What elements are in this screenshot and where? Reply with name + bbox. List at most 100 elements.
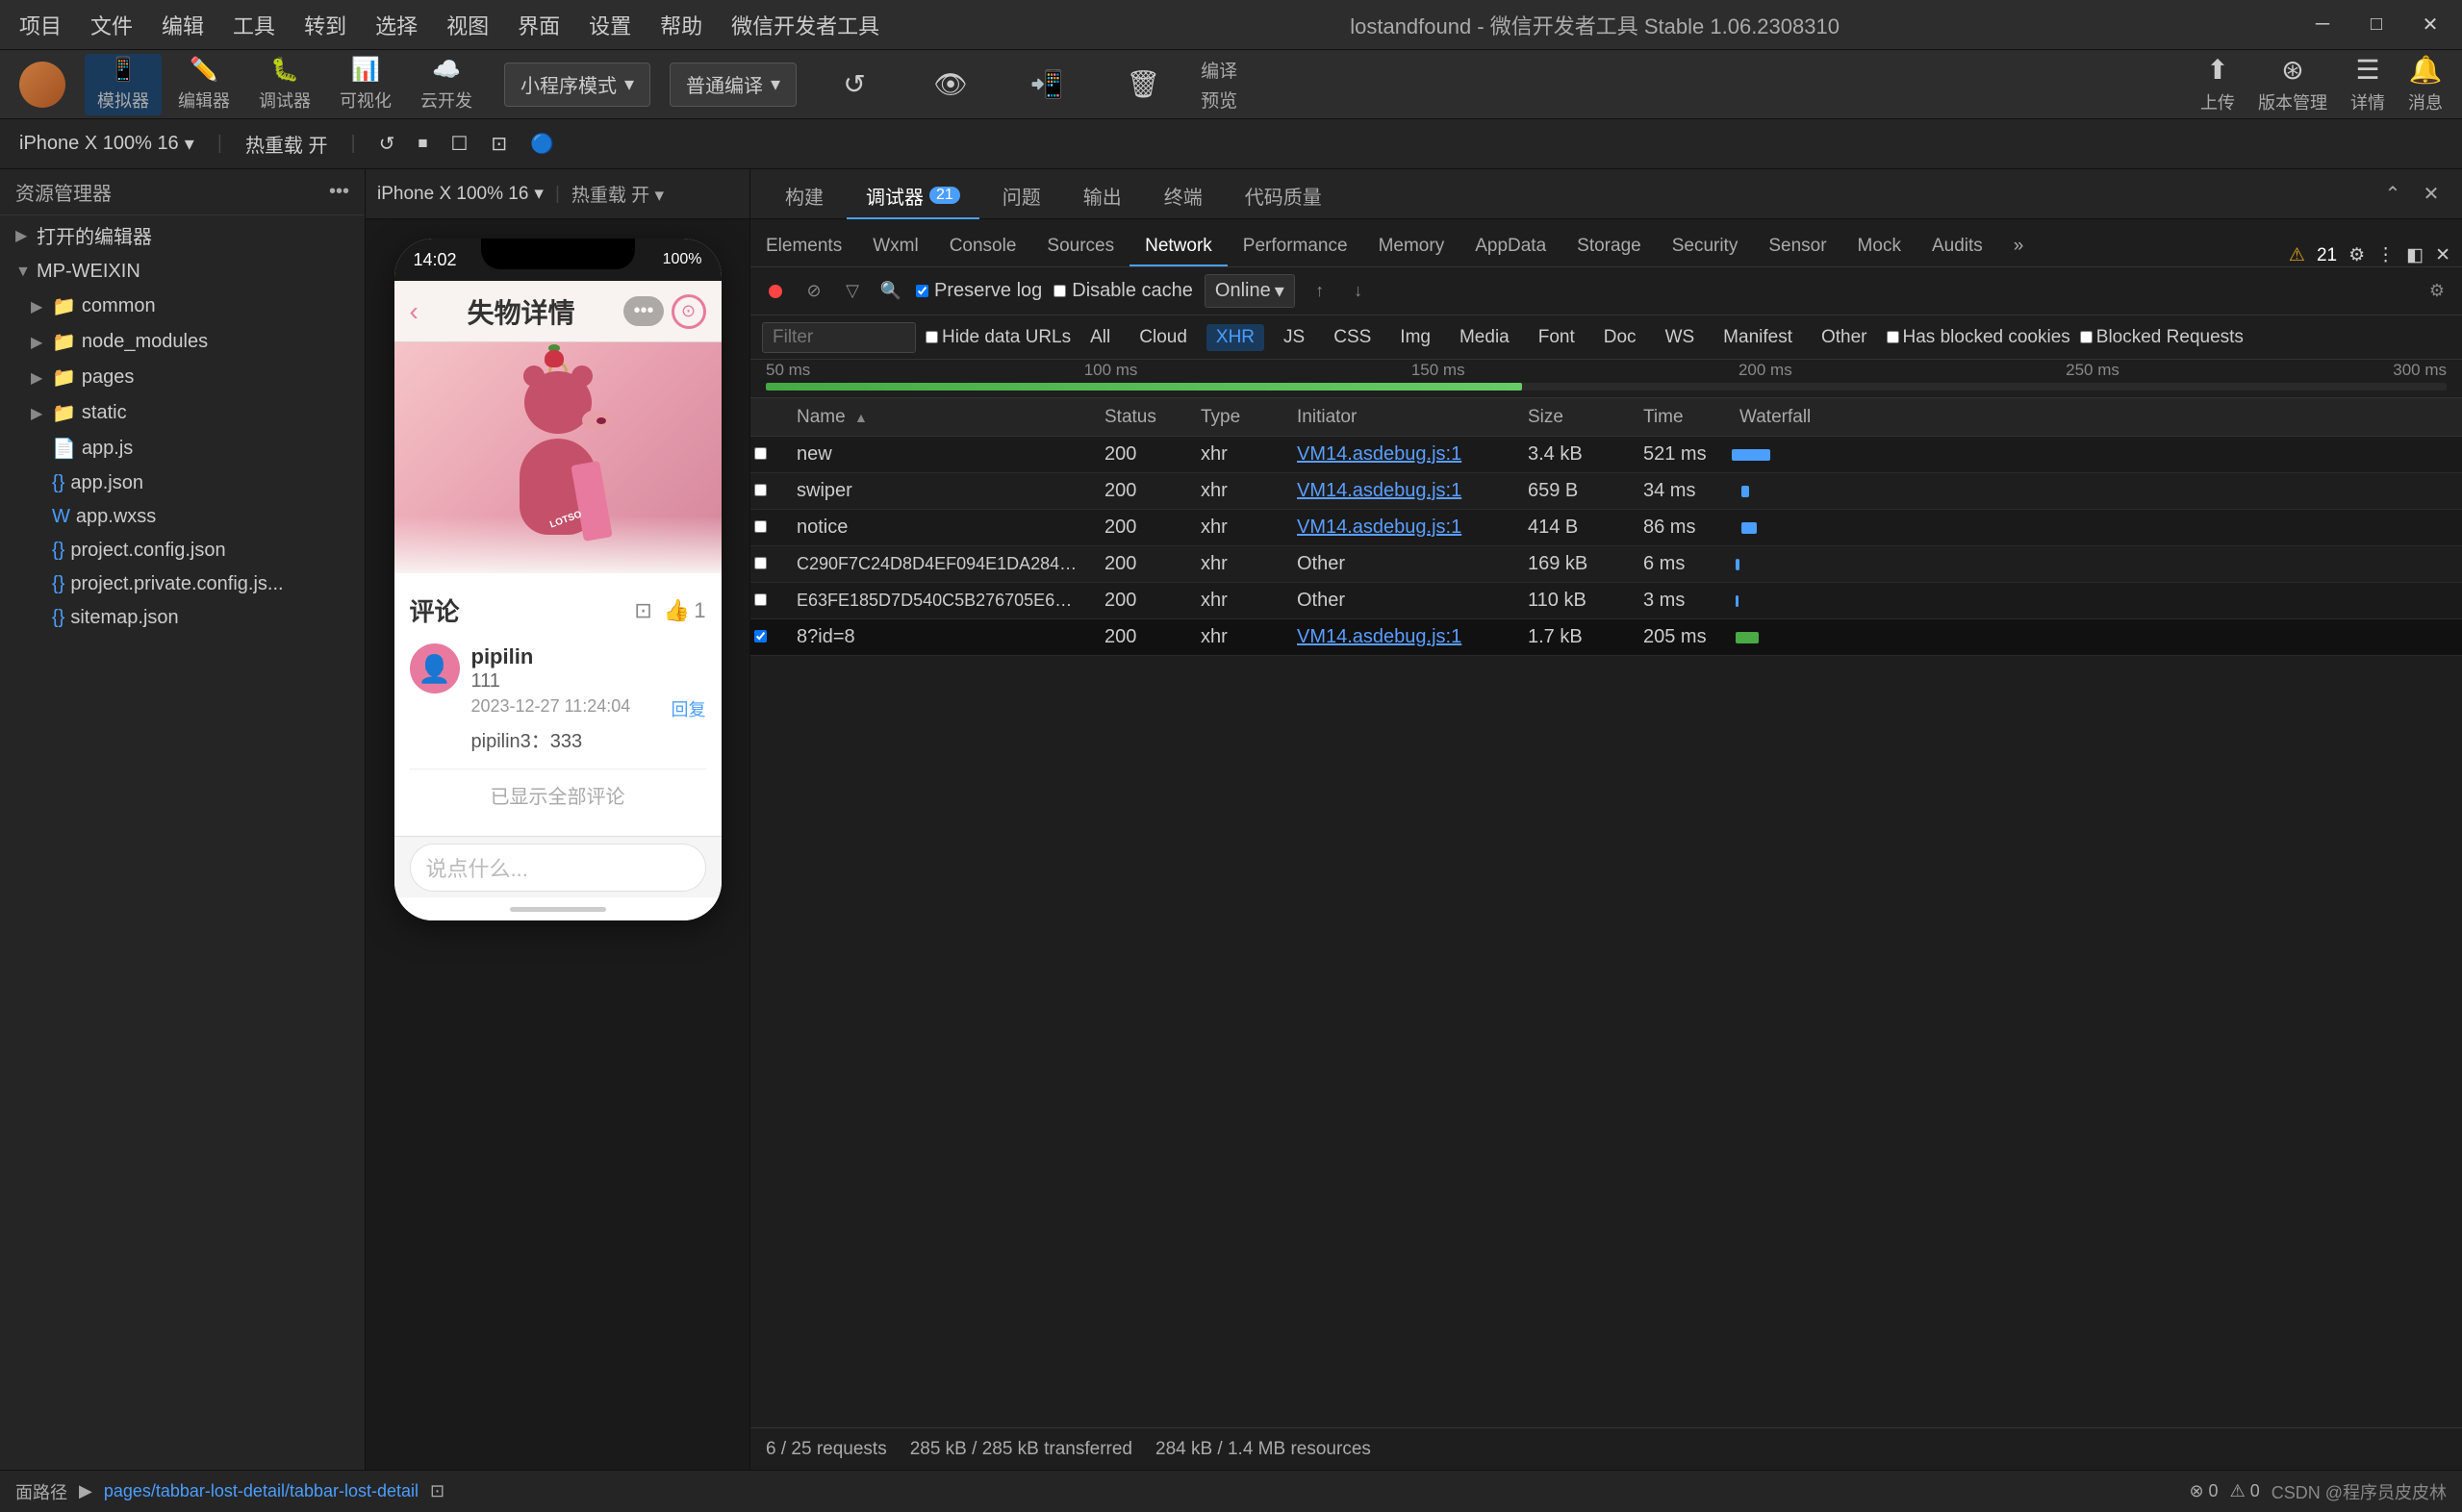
panel-tab-more[interactable]: » [1998,228,2040,266]
row-checkbox[interactable] [754,593,767,606]
editor-btn[interactable]: ✏️ 编辑器 [165,54,242,115]
header-name[interactable]: Name ▲ [785,407,1093,428]
preview-icon-btn[interactable]: 👁 [912,54,989,115]
preserve-log-checkbox[interactable]: Preserve log [916,280,1042,302]
header-initiator[interactable]: Initiator [1285,407,1516,428]
panel-tab-security[interactable]: Security [1657,228,1754,266]
stop-btn[interactable]: ⏹ [418,133,427,155]
reply-button[interactable]: 回复 [672,696,706,721]
close-devtools-icon[interactable]: ✕ [2435,244,2450,266]
copy-path-icon[interactable]: ⊡ [430,1481,444,1501]
online-mode-dropdown[interactable]: Online ▾ [1205,274,1295,308]
panel-tab-wxml[interactable]: Wxml [857,228,933,266]
panel-tab-memory[interactable]: Memory [1363,228,1460,266]
cloud-btn[interactable]: ☁️ 云开发 [408,54,485,115]
filter-cloud-btn[interactable]: Cloud [1129,324,1197,351]
menu-item-file[interactable]: 文件 [90,10,133,40]
header-status[interactable]: Status [1093,407,1189,428]
filter-font-btn[interactable]: Font [1529,324,1585,351]
refresh-page-btn[interactable]: ↺ [379,132,395,156]
table-row[interactable]: 8?id=8 200 xhr VM14.asdebug.js:1 1.7 kB … [750,619,2462,656]
tab-debugger[interactable]: 调试器 21 [847,174,979,219]
sidebar-item-appjson[interactable]: ▶ {} app.json [15,466,365,500]
panel-tab-storage[interactable]: Storage [1561,228,1657,266]
table-row[interactable]: swiper 200 xhr VM14.asdebug.js:1 659 B 3… [750,473,2462,510]
sidebar-item-node-modules[interactable]: ▶ 📁 node_modules [15,324,365,360]
panel-tab-sensor[interactable]: Sensor [1753,228,1841,266]
detail-btn[interactable]: ☰ 详情 [2350,54,2385,114]
like-button[interactable]: 👍 1 [664,598,706,623]
maximize-button[interactable]: □ [2364,13,2389,38]
sidebar-item-pages[interactable]: ▶ 📁 pages [15,360,365,395]
table-row[interactable]: new 200 xhr VM14.asdebug.js:1 3.4 kB 521… [750,437,2462,473]
compile-dropdown[interactable]: 普通编译 ▾ [670,63,797,107]
dual-screen-btn[interactable]: ⊡ [491,132,507,156]
settings-icon[interactable]: ⚙ [2348,244,2365,266]
debugger-btn[interactable]: 🐛 调试器 [246,54,323,115]
row-checkbox[interactable] [754,557,767,569]
panel-tab-console[interactable]: Console [934,228,1032,266]
menu-item-tools[interactable]: 工具 [233,10,275,40]
hide-data-urls-checkbox[interactable]: Hide data URLs [926,327,1071,348]
tab-build[interactable]: 构建 [766,174,843,219]
tab-issues[interactable]: 问题 [983,174,1060,219]
hot-reload-toggle[interactable]: 热重载 开 [245,130,328,158]
panel-tab-sources[interactable]: Sources [1031,228,1129,266]
row-checkbox[interactable] [754,447,767,460]
panel-tab-appdata[interactable]: AppData [1459,228,1561,266]
sidebar-item-project-private[interactable]: ▶ {} project.private.config.js... [15,567,365,601]
close-button[interactable]: ✕ [2418,13,2443,38]
menu-item-interface[interactable]: 界面 [518,10,560,40]
menu-item-settings[interactable]: 设置 [589,10,631,40]
visualizer-btn[interactable]: 📊 可视化 [327,54,404,115]
filter-img-btn[interactable]: Img [1390,324,1440,351]
disable-cache-checkbox[interactable]: Disable cache [1053,280,1193,302]
dock-icon[interactable]: ◧ [2406,244,2424,266]
sidebar-item-static[interactable]: ▶ 📁 static [15,395,365,431]
more-icon[interactable]: ⋮ [2376,244,2395,266]
message-btn[interactable]: 🔔 消息 [2408,54,2443,114]
close-panel-icon[interactable]: ✕ [2416,179,2447,210]
search-btn[interactable]: 🔍 [877,278,904,305]
filter-media-btn[interactable]: Media [1450,324,1519,351]
menu-item-edit[interactable]: 编辑 [162,10,204,40]
filter-doc-btn[interactable]: Doc [1594,324,1646,351]
table-row[interactable]: notice 200 xhr VM14.asdebug.js:1 414 B 8… [750,510,2462,546]
panel-tab-audits[interactable]: Audits [1916,228,1998,266]
filter-ws-btn[interactable]: WS [1656,324,1705,351]
blocked-requests-checkbox[interactable]: Blocked Requests [2080,327,2244,348]
menu-item-goto[interactable]: 转到 [304,10,346,40]
row-checkbox[interactable] [754,520,767,533]
menu-item-devtools[interactable]: 微信开发者工具 [731,10,879,40]
device-select[interactable]: iPhone X 100% 16 ▾ [19,132,194,156]
mode-dropdown[interactable]: 小程序模式 ▾ [504,63,650,107]
menu-item-select[interactable]: 选择 [375,10,418,40]
table-row[interactable]: E63FE185D7D540C5B276705E6DB8364D.jpg 200… [750,583,2462,619]
header-size[interactable]: Size [1516,407,1632,428]
row-checkbox[interactable] [754,630,767,643]
wifi-btn[interactable]: 🔵 [530,132,554,156]
header-time[interactable]: Time [1632,407,1728,428]
record-button[interactable] [762,278,789,305]
sidebar-item-mp-weixin[interactable]: ▼ MP-WEIXIN [0,255,365,289]
filter-xhr-btn[interactable]: XHR [1206,324,1264,351]
stop-record-button[interactable]: ⊘ [800,278,827,305]
sidebar-item-appjs[interactable]: ▶ 📄 app.js [15,431,365,466]
sidebar-item-common[interactable]: ▶ 📁 common [15,289,365,324]
sidebar-item-appwxss[interactable]: ▶ W app.wxss [15,500,365,534]
has-blocked-cookies-checkbox[interactable]: Has blocked cookies [1887,327,2070,348]
simulator-btn[interactable]: 📱 模拟器 [85,54,162,115]
expand-icon[interactable]: ⌃ [2377,179,2408,210]
minimize-button[interactable]: ─ [2310,13,2335,38]
panel-tab-network[interactable]: Network [1129,228,1228,266]
comment-input[interactable]: 说点什么... [410,844,706,892]
share-icon[interactable]: ⊡ [634,598,651,623]
clear-cache-btn[interactable]: 🗑 [1104,54,1181,115]
tab-code-quality[interactable]: 代码质量 [1226,174,1341,219]
back-button[interactable]: ‹ [410,296,419,327]
camera-icon[interactable]: ⊙ [672,294,706,329]
sidebar-item-sitemap[interactable]: ▶ {} sitemap.json [15,601,365,635]
upload-throttle-btn[interactable]: ↑ [1307,278,1333,305]
filter-all-btn[interactable]: All [1080,324,1120,351]
menu-item-help[interactable]: 帮助 [660,10,702,40]
